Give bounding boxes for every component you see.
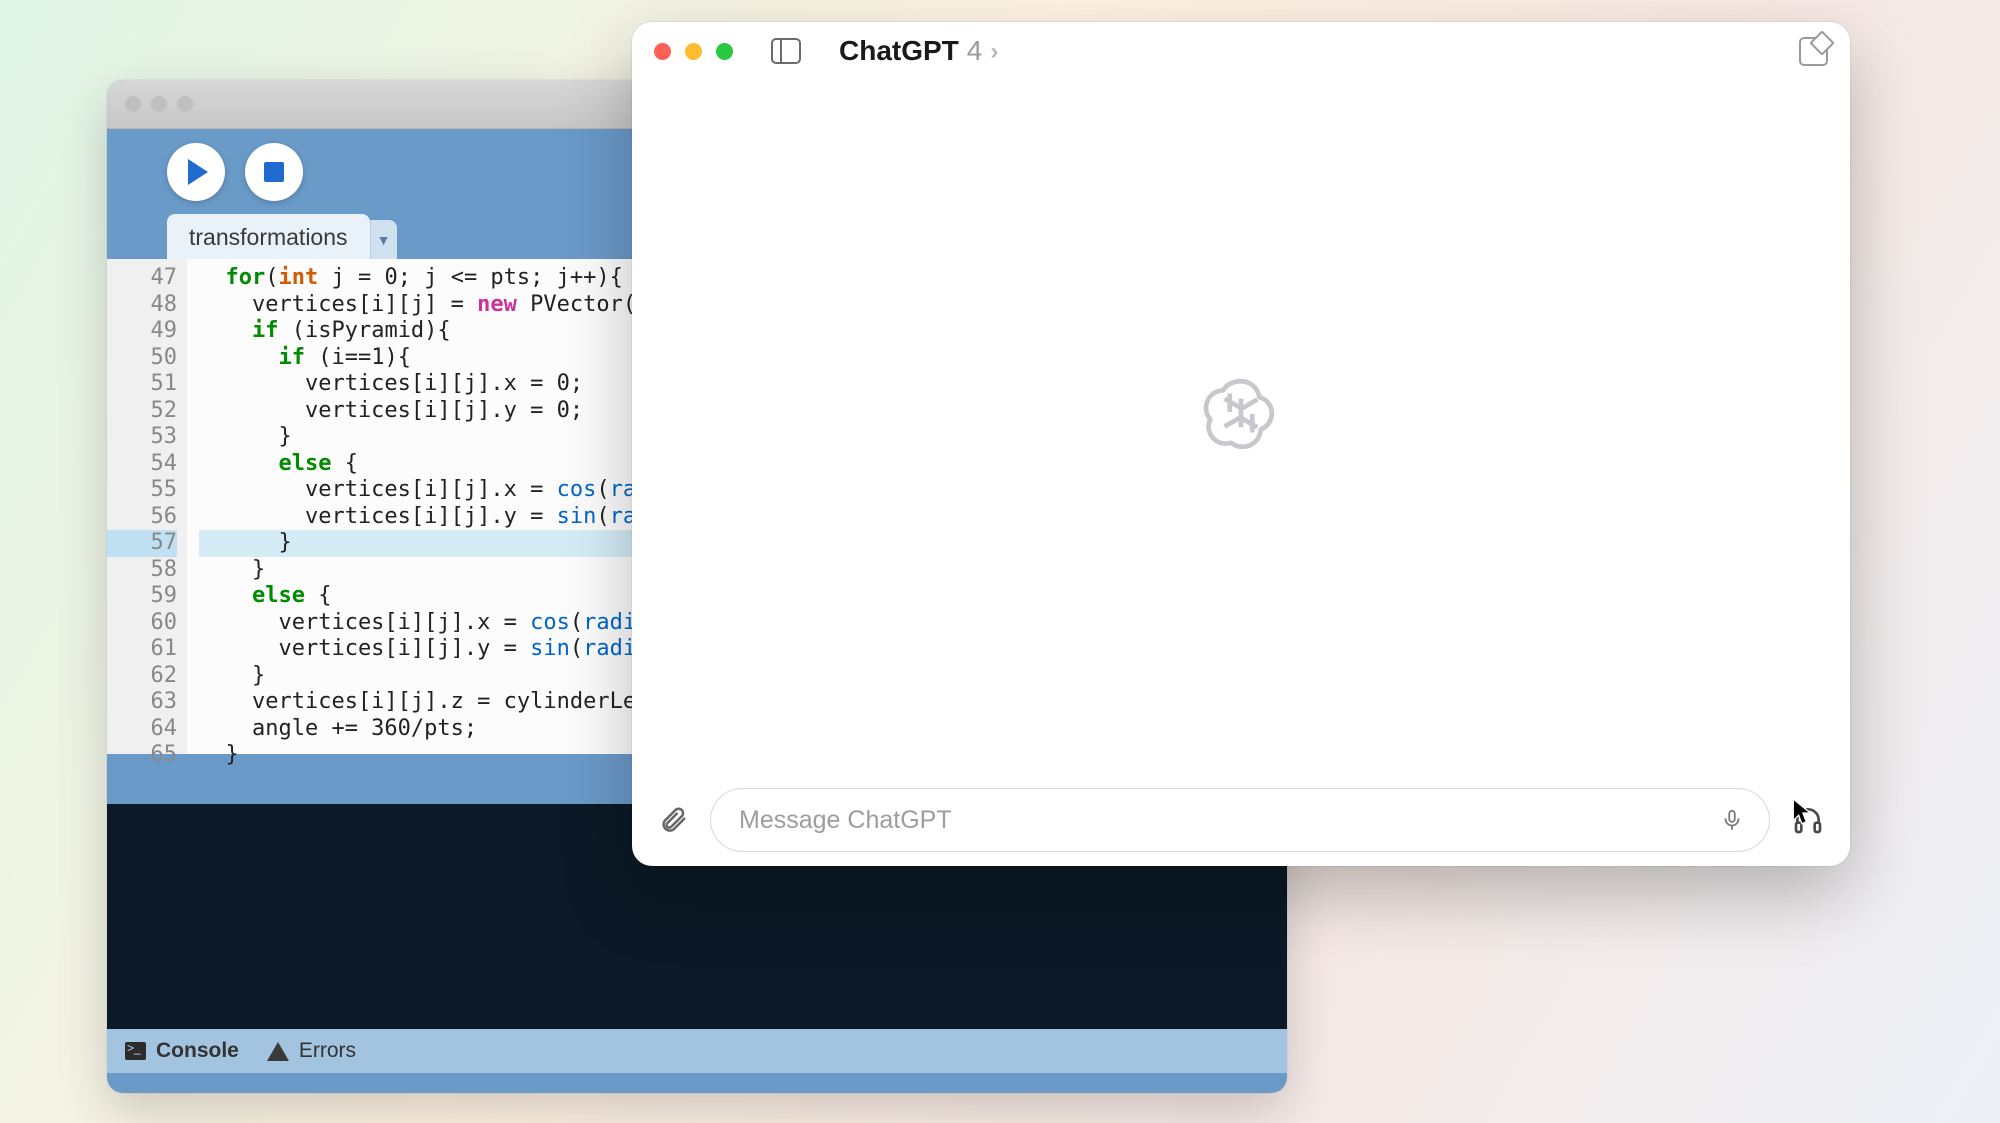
model-selector[interactable]: ChatGPT 4 › <box>839 35 998 67</box>
tab-dropdown-button[interactable]: ▼ <box>370 220 397 259</box>
footer-tab-console[interactable]: Console <box>125 1039 239 1063</box>
terminal-icon <box>125 1042 146 1060</box>
run-button[interactable] <box>167 143 225 201</box>
errors-label: Errors <box>299 1039 356 1063</box>
headphones-icon[interactable] <box>1792 804 1824 836</box>
chevron-right-icon: › <box>990 38 998 66</box>
microphone-icon[interactable] <box>1721 806 1743 834</box>
stop-button[interactable] <box>245 143 303 201</box>
footer-tab-errors[interactable]: Errors <box>267 1039 356 1063</box>
traffic-dot-inactive <box>151 96 167 112</box>
console-label: Console <box>156 1039 239 1063</box>
footer-tabs: Console Errors <box>107 1029 1287 1073</box>
attachment-icon[interactable] <box>658 804 688 836</box>
new-chat-icon[interactable] <box>1799 37 1828 66</box>
sidebar-toggle-icon[interactable] <box>771 38 801 64</box>
traffic-dot-inactive <box>125 96 141 112</box>
openai-logo-icon <box>1200 372 1282 454</box>
app-title: ChatGPT <box>839 35 959 67</box>
line-number-gutter: 47484950515253545556575859606162636465 <box>107 259 187 754</box>
minimize-dot[interactable] <box>685 43 702 60</box>
chatgpt-window: ChatGPT 4 › <box>632 22 1850 866</box>
play-icon <box>188 159 208 185</box>
close-dot[interactable] <box>654 43 671 60</box>
tab-transformations[interactable]: transformations <box>167 214 370 259</box>
input-bar <box>632 774 1850 866</box>
traffic-dot-inactive <box>177 96 193 112</box>
stop-icon <box>264 162 284 182</box>
message-input-pill[interactable] <box>710 788 1770 852</box>
message-input[interactable] <box>737 805 1703 836</box>
fullscreen-dot[interactable] <box>716 43 733 60</box>
chat-body <box>632 80 1850 774</box>
model-version: 4 <box>967 35 983 67</box>
chatgpt-titlebar[interactable]: ChatGPT 4 › <box>632 22 1850 80</box>
warning-icon <box>267 1042 289 1061</box>
